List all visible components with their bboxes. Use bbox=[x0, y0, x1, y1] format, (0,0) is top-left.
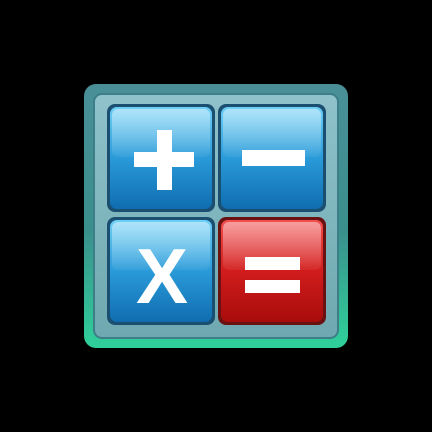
calculator-app-icon[interactable]: X bbox=[0, 0, 432, 432]
key-minus-button[interactable] bbox=[218, 104, 326, 212]
minus-icon bbox=[242, 150, 305, 166]
multiply-icon: X bbox=[136, 232, 188, 320]
key-plus-button[interactable] bbox=[107, 104, 215, 212]
calculator-icon-graphic: X bbox=[84, 84, 348, 348]
key-equals-button[interactable] bbox=[218, 217, 326, 325]
key-multiply-button[interactable]: X bbox=[107, 217, 215, 325]
